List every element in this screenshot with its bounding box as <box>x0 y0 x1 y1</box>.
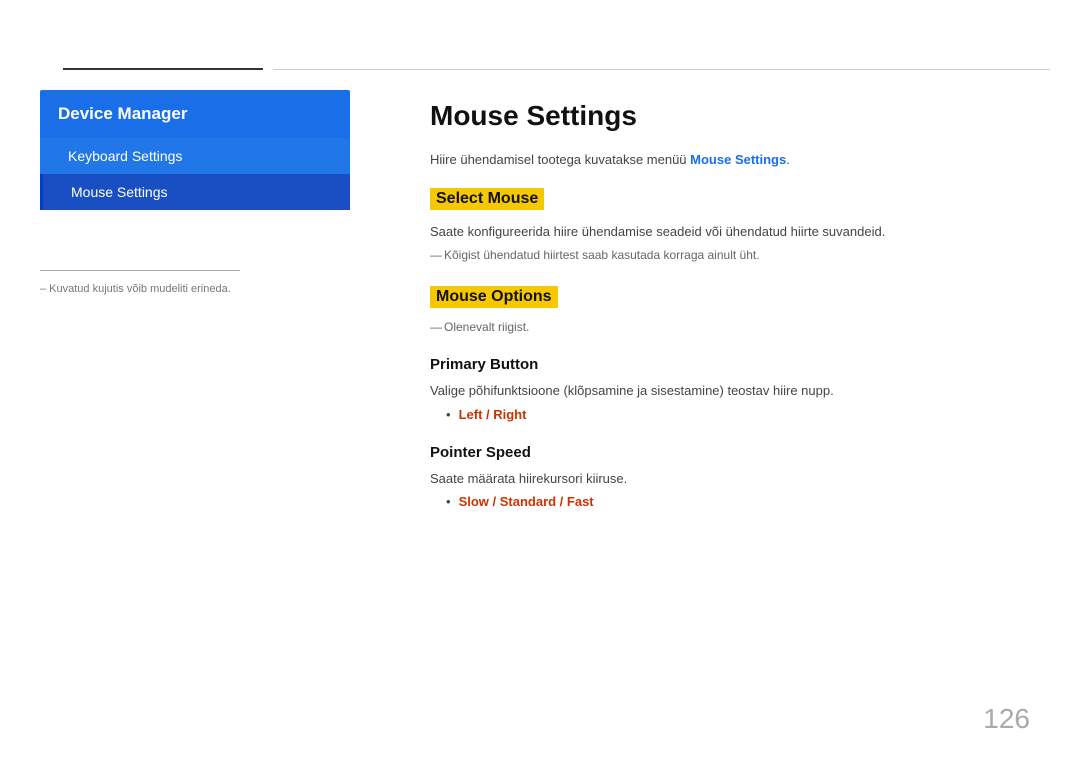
intro-highlight: Mouse Settings <box>690 152 786 167</box>
pointer-speed-option: Slow / Standard / Fast <box>446 494 1040 509</box>
intro-text: Hiire ühendamisel tootega kuvatakse menü… <box>430 150 1040 170</box>
sidebar-item-mouse[interactable]: Mouse Settings <box>40 174 350 210</box>
sidebar-divider <box>40 270 240 271</box>
intro-prefix: Hiire ühendamisel tootega kuvatakse menü… <box>430 152 690 167</box>
main-content: Mouse Settings Hiire ühendamisel tootega… <box>430 100 1040 517</box>
pointer-speed-options-list: Slow / Standard / Fast <box>430 494 1040 509</box>
primary-button-title: Primary Button <box>430 356 1040 373</box>
primary-button-options-list: Left / Right <box>430 407 1040 422</box>
primary-button-option: Left / Right <box>446 407 1040 422</box>
select-mouse-desc: Saate konfigureerida hiire ühendamise se… <box>430 222 1040 243</box>
intro-suffix: . <box>786 152 790 167</box>
sidebar-device-manager-label: Device Manager <box>40 90 350 138</box>
pointer-speed-subsection: Pointer Speed Saate määrata hiirekursori… <box>430 444 1040 510</box>
select-mouse-heading: Select Mouse <box>430 188 544 210</box>
sidebar-note: – Kuvatud kujutis võib mudeliti erineda. <box>40 270 350 295</box>
top-bar <box>0 68 1080 70</box>
mouse-options-heading: Mouse Options <box>430 286 558 308</box>
sidebar-note-text: – Kuvatud kujutis võib mudeliti erineda. <box>40 283 350 295</box>
pointer-speed-title: Pointer Speed <box>430 444 1040 461</box>
page-title: Mouse Settings <box>430 100 1040 132</box>
sidebar-item-keyboard[interactable]: Keyboard Settings <box>40 138 350 174</box>
mouse-options-note: Olenevalt riigist. <box>430 320 1040 334</box>
page-number: 126 <box>983 703 1030 735</box>
pointer-speed-desc: Saate määrata hiirekursori kiiruse. <box>430 469 1040 489</box>
mouse-options-section: Mouse Options Olenevalt riigist. Primary… <box>430 286 1040 509</box>
primary-button-subsection: Primary Button Valige põhifunktsioone (k… <box>430 356 1040 422</box>
top-bar-left-line <box>63 68 263 70</box>
sidebar: Device Manager Keyboard Settings Mouse S… <box>40 90 350 210</box>
top-bar-right-line <box>273 69 1050 70</box>
primary-button-desc: Valige põhifunktsioone (klõpsamine ja si… <box>430 381 1040 401</box>
select-mouse-note: Kõigist ühendatud hiirtest saab kasutada… <box>430 248 1040 262</box>
